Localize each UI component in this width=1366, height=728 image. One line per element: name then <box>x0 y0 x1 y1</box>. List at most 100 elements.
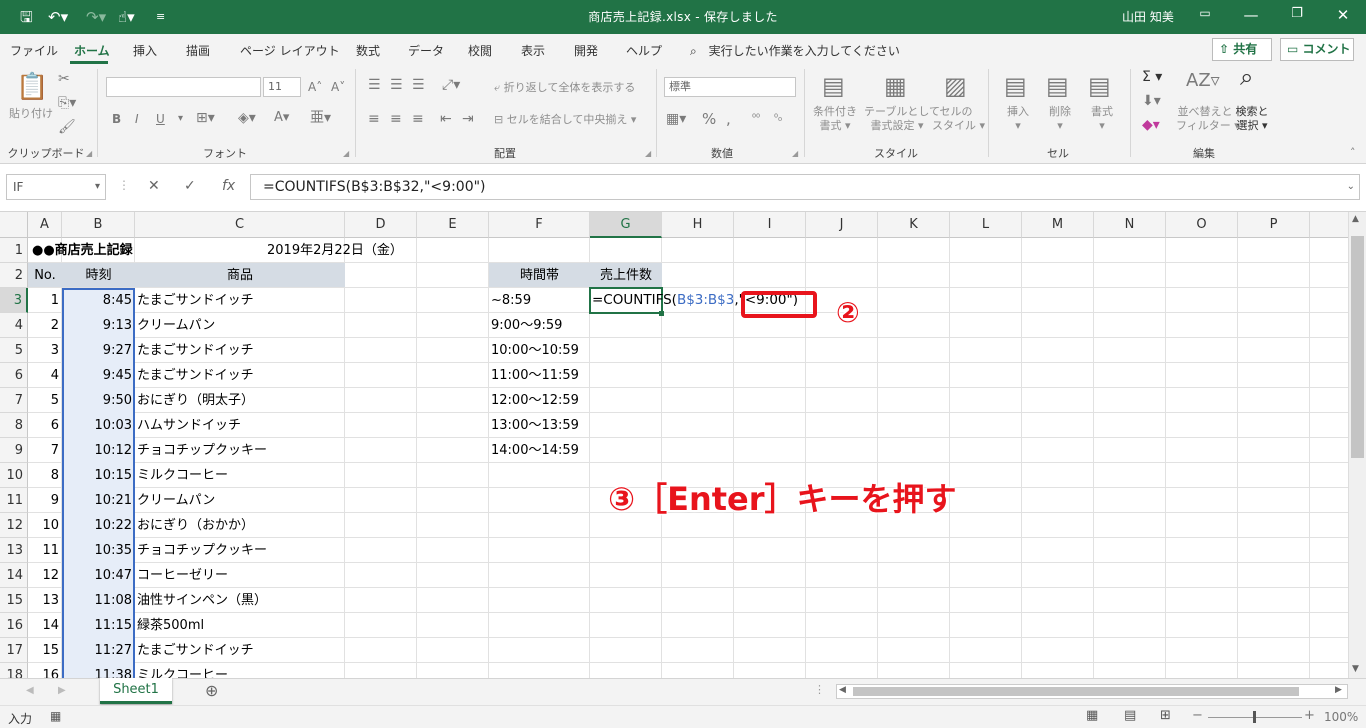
no-cell[interactable]: 13 <box>28 588 62 613</box>
product-cell[interactable]: コーヒーゼリー <box>135 563 228 588</box>
formula-input[interactable]: =COUNTIFS(B$3:B$32,"<9:00") ⌄ <box>250 174 1360 200</box>
row-header[interactable]: 4 <box>0 313 28 338</box>
select-all-button[interactable] <box>0 212 28 238</box>
column-header-e[interactable]: E <box>417 212 489 238</box>
accounting-format-icon[interactable]: ▦▾ <box>666 111 686 127</box>
cut-icon[interactable]: ✂ <box>58 71 70 87</box>
name-box-dropdown-icon[interactable]: ▾ <box>95 175 100 199</box>
horizontal-scrollbar[interactable]: ◀ ▶ <box>836 684 1348 699</box>
middle-align-icon[interactable]: ☰ <box>390 77 403 93</box>
row-header[interactable]: 12 <box>0 513 28 538</box>
insert-cells-icon[interactable]: ▤ <box>1004 73 1027 99</box>
product-cell[interactable]: ミルクコーヒー <box>135 663 228 678</box>
cancel-icon[interactable]: ✕ <box>148 178 160 194</box>
align-left-icon[interactable]: ≡ <box>368 111 380 127</box>
product-cell[interactable]: 緑茶500ml <box>135 613 204 638</box>
copy-icon[interactable]: ⎘▾ <box>58 95 76 111</box>
find-select-button[interactable]: 検索と 選択 ▾ <box>1232 105 1272 133</box>
cell-styles-button[interactable]: セルの スタイル ▾ <box>932 105 985 133</box>
row-header[interactable]: 3 <box>0 288 28 313</box>
autosum-icon[interactable]: Σ ▾ <box>1142 69 1162 85</box>
increase-decimal-icon[interactable]: ⁰⁰ <box>752 111 760 127</box>
no-cell[interactable]: 6 <box>28 413 62 438</box>
product-cell[interactable]: チョコチップクッキー <box>135 438 267 463</box>
time-cell[interactable]: 9:27 <box>62 338 135 363</box>
product-cell[interactable]: ハムサンドイッチ <box>135 413 241 438</box>
orientation-icon[interactable]: ⤢▾ <box>442 77 460 93</box>
wrap-text-button[interactable]: ⤶ 折り返して全体を表示する <box>494 81 635 95</box>
scroll-tabs-right-icon[interactable]: ▶ <box>58 685 66 696</box>
tab-data[interactable]: データ <box>408 42 444 59</box>
collapse-ribbon-icon[interactable]: ˄ <box>1350 145 1356 161</box>
time-cell[interactable]: 11:08 <box>62 588 135 613</box>
no-cell[interactable]: 1 <box>28 288 62 313</box>
product-cell[interactable]: チョコチップクッキー <box>135 538 267 563</box>
time-cell[interactable]: 10:03 <box>62 413 135 438</box>
time-cell[interactable]: 11:15 <box>62 613 135 638</box>
time-cell[interactable]: 11:38 <box>62 663 135 678</box>
header-product-cell[interactable]: 商品 <box>135 263 345 288</box>
row-header[interactable]: 14 <box>0 563 28 588</box>
conditional-format-icon[interactable]: ▤ <box>822 73 845 99</box>
format-painter-icon[interactable]: 🖌 <box>58 119 76 135</box>
number-launcher-icon[interactable]: ◢ <box>792 149 798 158</box>
bottom-align-icon[interactable]: ☰ <box>412 77 425 93</box>
horizontal-scroll-thumb[interactable] <box>853 687 1299 696</box>
row-header[interactable]: 10 <box>0 463 28 488</box>
row-header[interactable]: 1 <box>0 238 28 263</box>
comment-button[interactable]: ▭ コメント <box>1280 38 1354 61</box>
column-header-m[interactable]: M <box>1022 212 1094 238</box>
worksheet-grid[interactable]: A B C D E F G H I J K L M N O P 1 2 3 4 … <box>0 212 1348 678</box>
row-header[interactable]: 11 <box>0 488 28 513</box>
column-header-c[interactable]: C <box>135 212 345 238</box>
column-header-p[interactable]: P <box>1238 212 1310 238</box>
underline-button[interactable]: U <box>156 111 165 127</box>
slot-cell[interactable]: 14:00～14:59 <box>489 438 579 463</box>
scroll-up-icon[interactable]: ▲ <box>1352 214 1359 224</box>
product-cell[interactable]: ミルクコーヒー <box>135 463 228 488</box>
scroll-down-icon[interactable]: ▼ <box>1352 664 1359 674</box>
fill-color-icon[interactable]: ◈▾ <box>238 110 256 126</box>
percent-style-icon[interactable]: % <box>702 111 716 127</box>
row-header[interactable]: 18 <box>0 663 28 678</box>
tab-file[interactable]: ファイル <box>10 42 58 59</box>
restore-icon[interactable]: ❐ <box>1282 6 1312 21</box>
slot-cell[interactable]: 11:00～11:59 <box>489 363 579 388</box>
paste-button[interactable]: 貼り付け <box>8 107 54 121</box>
tab-review[interactable]: 校閲 <box>468 42 492 59</box>
find-select-icon[interactable]: ⌕ <box>1240 65 1253 89</box>
header-no-cell[interactable]: No. <box>28 263 62 288</box>
comma-style-icon[interactable]: , <box>726 111 731 127</box>
column-header-i[interactable]: I <box>734 212 806 238</box>
sheet-title-cell[interactable]: ●●商店売上記録 <box>30 238 133 263</box>
no-cell[interactable]: 4 <box>28 363 62 388</box>
row-header[interactable]: 2 <box>0 263 28 288</box>
decrease-font-icon[interactable]: A˅ <box>331 79 345 95</box>
column-header-f[interactable]: F <box>489 212 590 238</box>
no-cell[interactable]: 16 <box>28 663 62 678</box>
column-header-a[interactable]: A <box>28 212 62 238</box>
column-header-l[interactable]: L <box>950 212 1022 238</box>
slot-cell[interactable]: 13:00～13:59 <box>489 413 579 438</box>
merge-center-button[interactable]: ⊟ セルを結合して中央揃え ▾ <box>494 113 636 127</box>
no-cell[interactable]: 7 <box>28 438 62 463</box>
tab-insert[interactable]: 挿入 <box>133 42 157 59</box>
header-count-cell[interactable]: 売上件数 <box>590 263 662 288</box>
no-cell[interactable]: 14 <box>28 613 62 638</box>
sheet-date-cell[interactable]: 2019年2月22日（金） <box>267 238 403 263</box>
expand-formula-icon[interactable]: ⌄ <box>1347 175 1355 199</box>
decrease-indent-icon[interactable]: ⇤ <box>440 111 452 127</box>
slot-cell[interactable]: ~8:59 <box>489 288 531 313</box>
sort-filter-icon[interactable]: AZ▿ <box>1186 72 1220 90</box>
tab-formulas[interactable]: 数式 <box>356 42 380 59</box>
top-align-icon[interactable]: ☰ <box>368 77 381 93</box>
font-size-select[interactable]: 11 <box>263 77 301 97</box>
share-button[interactable]: ⇧ 共有 <box>1212 38 1272 61</box>
no-cell[interactable]: 3 <box>28 338 62 363</box>
underline-dropdown-icon[interactable]: ▾ <box>178 111 183 127</box>
product-cell[interactable]: たまごサンドイッチ <box>135 288 254 313</box>
header-time-cell[interactable]: 時刻 <box>62 263 135 288</box>
font-name-select[interactable] <box>106 77 261 97</box>
product-cell[interactable]: たまごサンドイッチ <box>135 638 254 663</box>
tab-home[interactable]: ホーム <box>74 42 110 59</box>
